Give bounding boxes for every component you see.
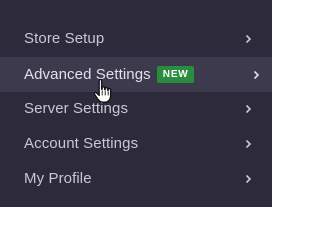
menu-item-label: Account Settings <box>24 135 139 152</box>
chevron-right-icon <box>253 70 260 79</box>
chevron-right-icon <box>245 174 252 183</box>
menu-item-my-profile[interactable]: My Profile <box>0 161 272 196</box>
chevron-right-icon <box>245 34 252 43</box>
menu-item-label: Store Setup <box>24 30 105 47</box>
menu-item-label: Server Settings <box>24 100 129 117</box>
chevron-right-icon <box>245 104 252 113</box>
chevron-right-icon <box>245 139 252 148</box>
menu-item-account-settings[interactable]: Account Settings <box>0 126 272 161</box>
new-badge: NEW <box>156 66 194 83</box>
menu-item-server-settings[interactable]: Server Settings <box>0 91 272 126</box>
settings-menu: Store Setup Advanced Settings NEW Server… <box>0 0 272 207</box>
menu-item-store-setup[interactable]: Store Setup <box>0 21 272 56</box>
menu-item-label: My Profile <box>24 170 92 187</box>
menu-item-advanced-settings[interactable]: Advanced Settings NEW <box>0 57 272 92</box>
menu-item-label: Advanced Settings <box>24 66 151 83</box>
